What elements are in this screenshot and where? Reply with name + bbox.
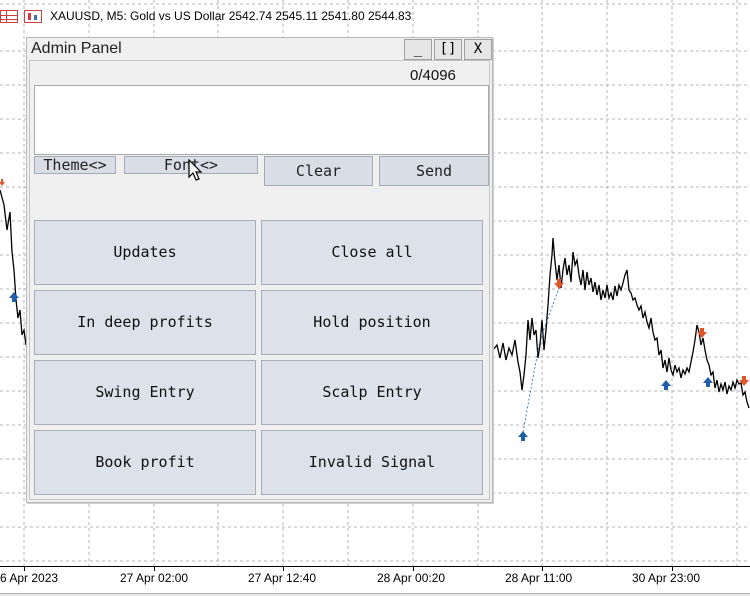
time-label: 27 Apr 02:00	[120, 571, 189, 585]
title-bar[interactable]: Admin Panel _ [] X	[27, 38, 492, 60]
grid-table-icon[interactable]	[0, 9, 18, 23]
buy-arrow-icon	[661, 380, 671, 390]
time-label: 6 Apr 2023	[0, 571, 59, 585]
candle-bars-icon[interactable]	[24, 9, 42, 23]
quick-msg-close-all[interactable]: Close all	[261, 220, 483, 285]
character-counter: 0/4096	[410, 67, 456, 84]
quick-msg-updates[interactable]: Updates	[34, 220, 256, 285]
time-label: 28 Apr 11:00	[505, 571, 573, 585]
sell-arrow-icon	[554, 279, 564, 289]
send-button[interactable]: Send	[379, 156, 489, 186]
quick-msg-swing-entry[interactable]: Swing Entry	[34, 360, 256, 425]
buy-arrow-icon	[9, 292, 19, 302]
minimize-button[interactable]: _	[404, 39, 432, 60]
chart-header: XAUUSD, M5: Gold vs US Dollar 2542.74 25…	[0, 6, 411, 26]
symbol-info: XAUUSD, M5: Gold vs US Dollar 2542.74 25…	[50, 9, 412, 23]
signal-connector	[522, 284, 561, 433]
quick-msg-hold-position[interactable]: Hold position	[261, 290, 483, 355]
time-label: 27 Apr 12:40	[248, 571, 317, 585]
clear-button[interactable]: Clear	[264, 156, 373, 186]
price-line	[0, 189, 27, 346]
time-label: 30 Apr 23:00	[632, 571, 701, 585]
message-input[interactable]	[34, 85, 489, 155]
admin-panel-window: Admin Panel _ [] X 0/4096 Theme<> Font<>…	[26, 37, 493, 503]
time-label: 28 Apr 00:20	[377, 571, 446, 585]
quick-msg-in-deep-profits[interactable]: In deep profits	[34, 290, 256, 355]
maximize-button[interactable]: []	[434, 39, 462, 60]
mouse-pointer-icon	[188, 159, 203, 181]
buy-arrow-icon	[518, 431, 528, 441]
sell-arrow-icon	[0, 179, 5, 186]
window-title: Admin Panel	[31, 40, 122, 57]
time-axis: 6 Apr 2023 27 Apr 02:00 27 Apr 12:40 28 …	[0, 566, 750, 596]
panel-body: 0/4096 Theme<> Font<> Clear Send Updates…	[29, 60, 490, 500]
theme-toggle-button[interactable]: Theme<>	[34, 156, 116, 174]
sell-arrow-icon	[739, 376, 749, 386]
quick-msg-scalp-entry[interactable]: Scalp Entry	[261, 360, 483, 425]
close-button[interactable]: X	[464, 39, 492, 60]
buy-arrow-icon	[703, 377, 713, 387]
quick-msg-invalid-signal[interactable]: Invalid Signal	[261, 430, 483, 495]
quick-msg-book-profit[interactable]: Book profit	[34, 430, 256, 495]
